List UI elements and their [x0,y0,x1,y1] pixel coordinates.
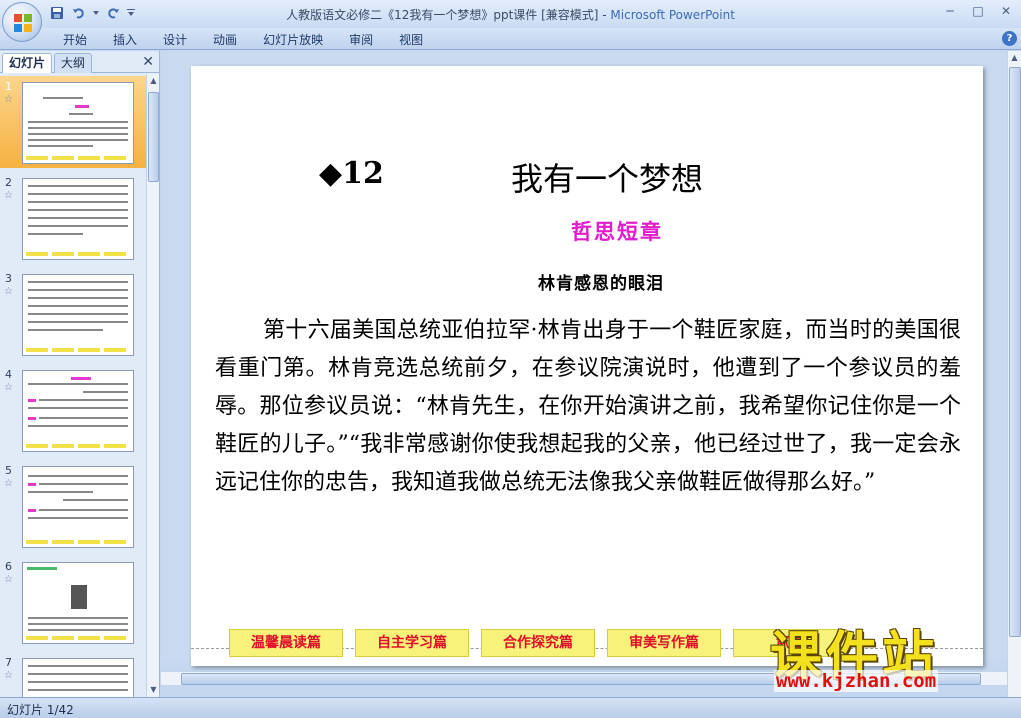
panel-tabs: 幻灯片 大纲 ✕ [0,51,160,73]
scrollbar-thumb[interactable] [1009,67,1021,637]
slide-counter: 幻灯片 1/42 [7,703,74,717]
ribbon: 开始 插入 设计 动画 幻灯片放映 审阅 视图 ? [0,28,1021,50]
title-separator: - [598,8,611,22]
editor-vertical-scrollbar[interactable]: ▲ [1007,51,1021,697]
tab-view[interactable]: 视图 [386,31,436,49]
thumbnail-list: 1 ☆ 2 ☆ 3 ☆ 4 ☆ 5 ☆ 6 ☆ 7 ☆ [0,74,146,697]
thumbnail-number: 7 [5,656,12,669]
star-icon: ☆ [4,286,13,297]
thumbnail-number: 4 [5,368,12,381]
office-logo-icon [14,14,32,32]
current-slide[interactable]: ◆12 我有一个梦想 哲思短章 林肯感恩的眼泪 第十六届美国总统亚伯拉罕·林肯出… [191,66,983,666]
tab-home[interactable]: 开始 [50,31,100,49]
document-title: 人教版语文必修二《12我有一个梦想》ppt课件 [兼容模式] [286,8,599,22]
thumbnail-preview [22,370,134,452]
thumbnail-number: 1 [5,80,12,93]
ribbon-tabs: 开始 插入 设计 动画 幻灯片放映 审阅 视图 [50,31,436,49]
scroll-down-icon[interactable]: ▼ [147,683,160,697]
tab-slideshow[interactable]: 幻灯片放映 [250,31,336,49]
slide-thumbnail-6[interactable]: 6 ☆ [0,556,146,648]
thumbnail-preview [22,562,134,644]
slides-panel: 幻灯片 大纲 ✕ 1 ☆ 2 ☆ 3 ☆ 4 ☆ 5 ☆ 6 ☆ 7 ☆ ▲ ▼ [0,51,160,697]
slide-subtitle: 哲思短章 [571,220,663,244]
star-icon: ☆ [4,382,13,393]
close-button[interactable]: ✕ [993,2,1019,20]
status-bar: 幻灯片 1/42 [0,697,1021,718]
slide-heading-number: ◆12 [319,156,384,191]
thumbnail-number: 6 [5,560,12,573]
slide-title: 我有一个梦想 [511,160,704,198]
slide-thumbnail-5[interactable]: 5 ☆ [0,460,146,552]
slide-thumbnail-3[interactable]: 3 ☆ [0,268,146,360]
tab-animations[interactable]: 动画 [200,31,250,49]
tab-review[interactable]: 审阅 [336,31,386,49]
thumbnail-preview [22,82,134,164]
star-icon: ☆ [4,670,13,681]
tab-outline[interactable]: 大纲 [54,53,93,73]
slide-editor: ◆12 我有一个梦想 哲思短章 林肯感恩的眼泪 第十六届美国总统亚伯拉罕·林肯出… [161,51,1007,666]
maximize-button[interactable]: □ [965,2,991,20]
thumbnail-preview [22,178,134,260]
slide-thumbnail-2[interactable]: 2 ☆ [0,172,146,264]
watermark-logo: 课件站 www.kjzhan.com [770,614,1010,692]
section-title: 林肯感恩的眼泪 [538,274,664,294]
tab-slides[interactable]: 幻灯片 [2,53,53,73]
tab-design[interactable]: 设计 [150,31,200,49]
slide-thumbnail-4[interactable]: 4 ☆ [0,364,146,456]
window-title: 人教版语文必修二《12我有一个梦想》ppt课件 [兼容模式] - Microso… [0,6,1021,23]
close-panel-icon[interactable]: ✕ [142,54,154,70]
scrollbar-thumb[interactable] [148,92,159,182]
thumbnail-preview [22,466,134,548]
thumbnail-number: 5 [5,464,12,477]
nav-button-aesthetic-writing[interactable]: 审美写作篇 [607,629,721,657]
office-button[interactable] [2,2,42,42]
window-controls: ─ □ ✕ [937,2,1019,20]
nav-button-cooperative[interactable]: 合作探究篇 [481,629,595,657]
star-icon: ☆ [4,94,13,105]
tab-insert[interactable]: 插入 [100,31,150,49]
slide-nav-buttons: 温馨晨读篇 自主学习篇 合作探究篇 审美写作篇 氤氲 [229,629,847,657]
slide-body-text: 第十六届美国总统亚伯拉罕·林肯出身于一个鞋匠家庭，而当时的美国很看重门第。林肯竞… [215,318,961,495]
thumbnail-number: 3 [5,272,12,285]
slide-thumbnail-7[interactable]: 7 ☆ [0,652,146,697]
nav-button-self-study[interactable]: 自主学习篇 [355,629,469,657]
thumbnail-preview [22,658,134,697]
minimize-button[interactable]: ─ [937,2,963,20]
star-icon: ☆ [4,574,13,585]
watermark-url: www.kjzhan.com [774,670,939,692]
thumbnail-preview [22,274,134,356]
scroll-up-icon[interactable]: ▲ [1008,51,1021,65]
thumbnail-scrollbar[interactable]: ▲ ▼ [146,74,159,697]
help-icon[interactable]: ? [1002,31,1017,46]
nav-button-morning-reading[interactable]: 温馨晨读篇 [229,629,343,657]
star-icon: ☆ [4,478,13,489]
scroll-up-icon[interactable]: ▲ [147,74,160,88]
thumbnail-number: 2 [5,176,12,189]
slide-thumbnail-1[interactable]: 1 ☆ [0,76,146,168]
app-name: Microsoft PowerPoint [610,8,735,22]
star-icon: ☆ [4,190,13,201]
title-bar: 人教版语文必修二《12我有一个梦想》ppt课件 [兼容模式] - Microso… [0,0,1021,28]
